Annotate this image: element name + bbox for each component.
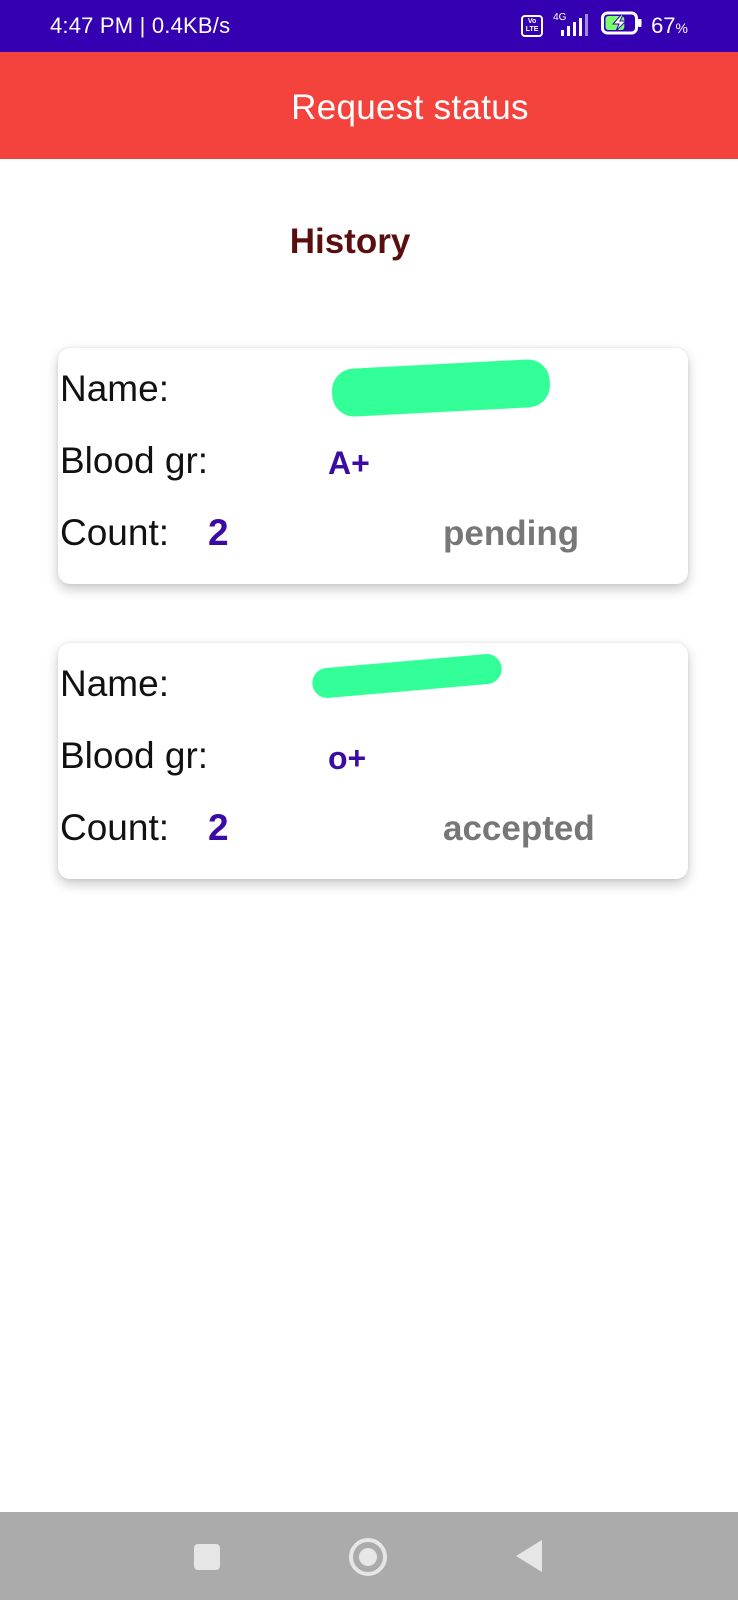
history-heading: History bbox=[289, 222, 411, 261]
count-value: 2 bbox=[208, 512, 229, 553]
battery-percent-value: 67 bbox=[651, 13, 676, 38]
blood-group-value: o+ bbox=[328, 740, 367, 776]
blood-group-value: A+ bbox=[328, 445, 370, 481]
count-label: Count: bbox=[60, 807, 170, 848]
blood-group-label: Blood gr: bbox=[60, 735, 209, 776]
volte-icon: Vo LTE bbox=[521, 15, 544, 37]
status-time-speed: 4:47 PM | 0.4KB/s bbox=[50, 13, 231, 38]
request-card[interactable]: Name: Blood gr: A+ Count: 2 pending bbox=[58, 348, 688, 584]
name-redaction-mark bbox=[330, 358, 552, 418]
page-title: Request status bbox=[291, 88, 529, 127]
status-bar: 4:47 PM | 0.4KB/s Vo LTE 4G 67% bbox=[0, 0, 738, 52]
status-badge: pending bbox=[443, 514, 580, 553]
system-nav-bar bbox=[0, 1512, 738, 1600]
volte-icon-top: Vo bbox=[527, 18, 537, 25]
back-icon[interactable] bbox=[516, 1540, 542, 1572]
count-label: Count: bbox=[60, 512, 170, 553]
battery-percent-unit: % bbox=[675, 20, 688, 36]
battery-percent: 67% bbox=[651, 13, 688, 39]
status-badge: accepted bbox=[443, 809, 595, 848]
recent-apps-icon[interactable] bbox=[194, 1544, 220, 1570]
request-card[interactable]: Name: Blood gr: o+ Count: 2 accepted bbox=[58, 643, 688, 879]
blood-group-label: Blood gr: bbox=[60, 440, 209, 481]
home-icon[interactable] bbox=[349, 1538, 387, 1576]
name-redaction-mark bbox=[311, 652, 503, 700]
app-bar: Request status bbox=[0, 52, 738, 159]
volte-icon-bottom: LTE bbox=[525, 26, 539, 33]
battery-icon bbox=[601, 11, 643, 41]
signal-icon: 4G bbox=[551, 12, 593, 38]
status-icons: Vo LTE 4G 67% bbox=[521, 11, 688, 41]
name-label: Name: bbox=[60, 663, 169, 704]
count-value: 2 bbox=[208, 807, 229, 848]
name-label: Name: bbox=[60, 368, 169, 409]
